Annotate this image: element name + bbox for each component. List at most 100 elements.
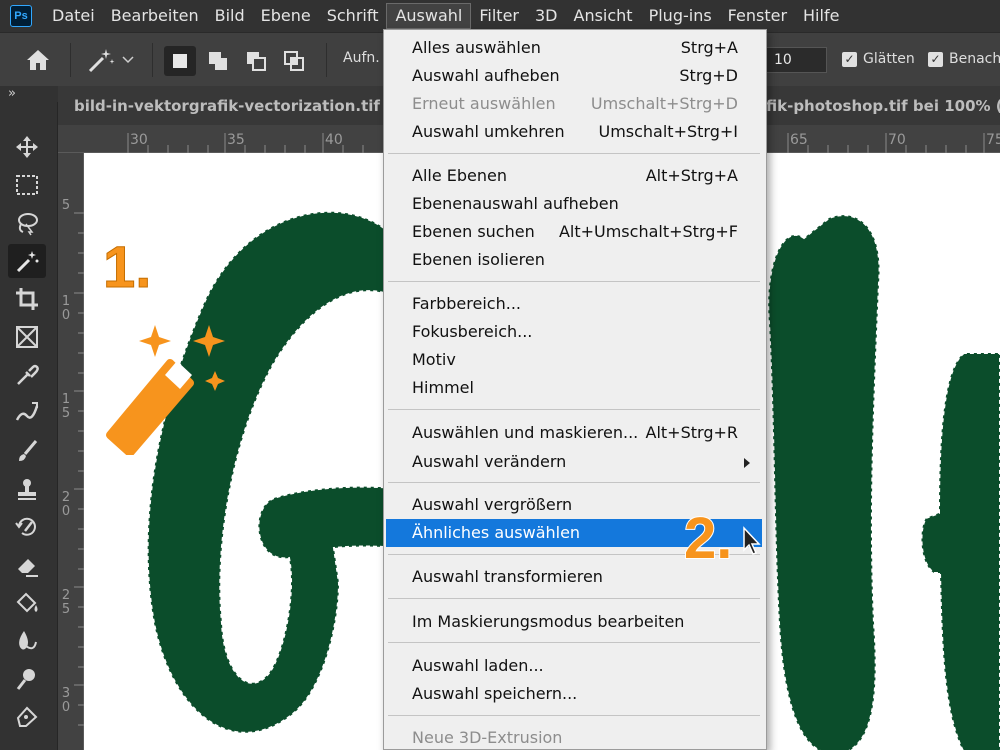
- new-selection-button[interactable]: [164, 46, 196, 76]
- menu-shortcut: Strg+A: [680, 38, 738, 57]
- move-tool[interactable]: [8, 130, 46, 164]
- ruler-label: 70: [888, 132, 906, 148]
- menu-item-motiv[interactable]: Motiv: [384, 346, 764, 374]
- magic-wand-icon: [16, 251, 39, 273]
- menu-item-alle-ebenen[interactable]: Alle Ebenen Alt+Strg+A: [384, 162, 764, 190]
- subtract-selection-icon: [247, 52, 266, 71]
- submenu-arrow-icon: [744, 458, 750, 468]
- marquee-icon: [16, 175, 38, 195]
- frame-tool[interactable]: [8, 320, 46, 354]
- home-icon[interactable]: [24, 47, 52, 73]
- document-tab-2[interactable]: fik-photoshop.tif bei 100% (Aus: [766, 97, 1000, 115]
- letter-t-shape: [920, 352, 1000, 750]
- menu-filter[interactable]: Filter: [471, 3, 527, 29]
- ruler-label: 35: [227, 132, 245, 148]
- menu-item-auswahl-aufheben[interactable]: Auswahl aufheben Strg+D: [384, 62, 764, 90]
- menu-ebene[interactable]: Ebene: [253, 3, 319, 29]
- photoshop-logo-icon[interactable]: Ps: [10, 5, 32, 27]
- stamp-tool[interactable]: [8, 472, 46, 506]
- antialias-checkbox[interactable]: ✓ Glätten: [842, 51, 915, 67]
- pen-tool[interactable]: [8, 700, 46, 734]
- menu-item-auswahl-speichern[interactable]: Auswahl speichern...: [384, 680, 764, 708]
- contiguous-checkbox[interactable]: ✓ Benachb: [928, 51, 1000, 67]
- menu-item-neue-3d-extrusion: Neue 3D-Extrusion: [412, 728, 563, 747]
- stamp-icon: [18, 479, 36, 500]
- ruler-label: 25: [61, 588, 71, 617]
- subtract-from-selection-button[interactable]: [240, 46, 272, 76]
- tools-panel: [0, 102, 58, 750]
- menu-separator: [388, 642, 760, 643]
- panel-collapse-toggle[interactable]: »: [0, 86, 58, 102]
- ruler-label: 10: [61, 294, 71, 323]
- healing-icon: [15, 402, 39, 421]
- menu-item-farbbereich[interactable]: Farbbereich...: [384, 290, 764, 318]
- menu-item-himmel[interactable]: Himmel: [384, 374, 764, 402]
- menu-bild[interactable]: Bild: [207, 3, 253, 29]
- magic-wand-tool[interactable]: [8, 244, 46, 278]
- menu-fenster[interactable]: Fenster: [720, 3, 795, 29]
- menu-auswahl[interactable]: Auswahl: [386, 3, 472, 29]
- lasso-tool[interactable]: [8, 206, 46, 240]
- intersect-selection-icon: [284, 51, 304, 71]
- menu-item-maskierungsmodus[interactable]: Im Maskierungsmodus bearbeiten: [384, 608, 764, 636]
- menu-separator: [388, 153, 760, 154]
- tool-preset-picker[interactable]: [86, 45, 142, 75]
- menu-item-ebenenauswahl-aufheben[interactable]: Ebenenauswahl aufheben: [384, 190, 764, 218]
- add-to-selection-button[interactable]: [202, 46, 234, 76]
- blur-tool[interactable]: [8, 624, 46, 658]
- menu-datei[interactable]: Datei: [44, 3, 103, 29]
- menu-bar: Ps Datei Bearbeiten Bild Ebene Schrift A…: [0, 0, 1000, 32]
- sample-size-label: Aufn.: [343, 50, 380, 66]
- crop-tool[interactable]: [8, 282, 46, 316]
- menu-item-auswahl-umkehren[interactable]: Auswahl umkehren Umschalt+Strg+I: [384, 118, 764, 146]
- menu-hilfe[interactable]: Hilfe: [795, 3, 847, 29]
- menu-shortcut: Strg+D: [679, 66, 738, 85]
- menu-item-auswahl-vergroessern[interactable]: Auswahl vergrößern: [384, 491, 764, 519]
- menu-item-ebenen-suchen[interactable]: Ebenen suchen Alt+Umschalt+Strg+F: [384, 218, 764, 246]
- menu-item-auswaehlen-und-maskieren[interactable]: Auswählen und maskieren... Alt+Strg+R: [384, 419, 764, 447]
- menu-3d[interactable]: 3D: [527, 3, 566, 29]
- ruler-ticks: [74, 212, 84, 726]
- healing-tool[interactable]: [8, 396, 46, 430]
- menu-separator: [388, 409, 760, 410]
- menu-shortcut: Alt+Umschalt+Strg+F: [558, 222, 738, 241]
- document-tab-1[interactable]: bild-in-vektorgrafik-vectorization.tif b…: [74, 97, 411, 115]
- menu-ansicht[interactable]: Ansicht: [566, 3, 641, 29]
- chevron-down-icon: [122, 56, 134, 64]
- auswahl-menu-dropdown: Alles auswählen Strg+A Auswahl aufheben St…: [383, 29, 767, 750]
- menu-item-auswahl-transformieren[interactable]: Auswahl transformieren: [384, 563, 764, 591]
- menu-shortcut: Umschalt+Strg+I: [598, 122, 738, 141]
- contiguous-label: Benachb: [949, 51, 1000, 67]
- letter-i-shape: [767, 214, 881, 750]
- menu-plugins[interactable]: Plug-ins: [641, 3, 720, 29]
- brush-icon: [19, 440, 38, 461]
- eraser-tool[interactable]: [8, 548, 46, 582]
- menu-bearbeiten[interactable]: Bearbeiten: [103, 3, 207, 29]
- menu-item-ebenen-isolieren[interactable]: Ebenen isolieren: [384, 246, 764, 274]
- lasso-icon: [18, 213, 38, 236]
- menu-item-auswahl-veraendern[interactable]: Auswahl verändern: [384, 448, 764, 476]
- frame-icon: [16, 326, 38, 348]
- add-selection-icon: [209, 52, 227, 70]
- crop-icon: [16, 288, 38, 310]
- intersect-selection-button[interactable]: [278, 46, 310, 76]
- ruler-label: 40: [325, 132, 343, 148]
- menu-item-fokusbereich[interactable]: Fokusbereich...: [384, 318, 764, 346]
- menu-shortcut: Alt+Strg+A: [645, 166, 738, 185]
- history-brush-icon: [15, 517, 36, 536]
- menu-schrift[interactable]: Schrift: [319, 3, 387, 29]
- menu-item-aehnliches-auswaehlen[interactable]: Ähnliches auswählen: [386, 519, 762, 547]
- menu-separator: [388, 554, 760, 555]
- dodge-tool[interactable]: [8, 662, 46, 696]
- tolerance-input[interactable]: 10: [765, 47, 827, 73]
- eraser-icon: [18, 559, 38, 577]
- eyedropper-tool[interactable]: [8, 358, 46, 392]
- brush-tool[interactable]: [8, 434, 46, 468]
- menu-separator: [388, 598, 760, 599]
- marquee-tool[interactable]: [8, 168, 46, 202]
- eyedropper-icon: [17, 364, 39, 385]
- history-brush-tool[interactable]: [8, 510, 46, 544]
- paint-bucket-tool[interactable]: [8, 586, 46, 620]
- menu-item-alles-auswaehlen[interactable]: Alles auswählen Strg+A: [384, 34, 764, 62]
- menu-item-auswahl-laden[interactable]: Auswahl laden...: [384, 652, 764, 680]
